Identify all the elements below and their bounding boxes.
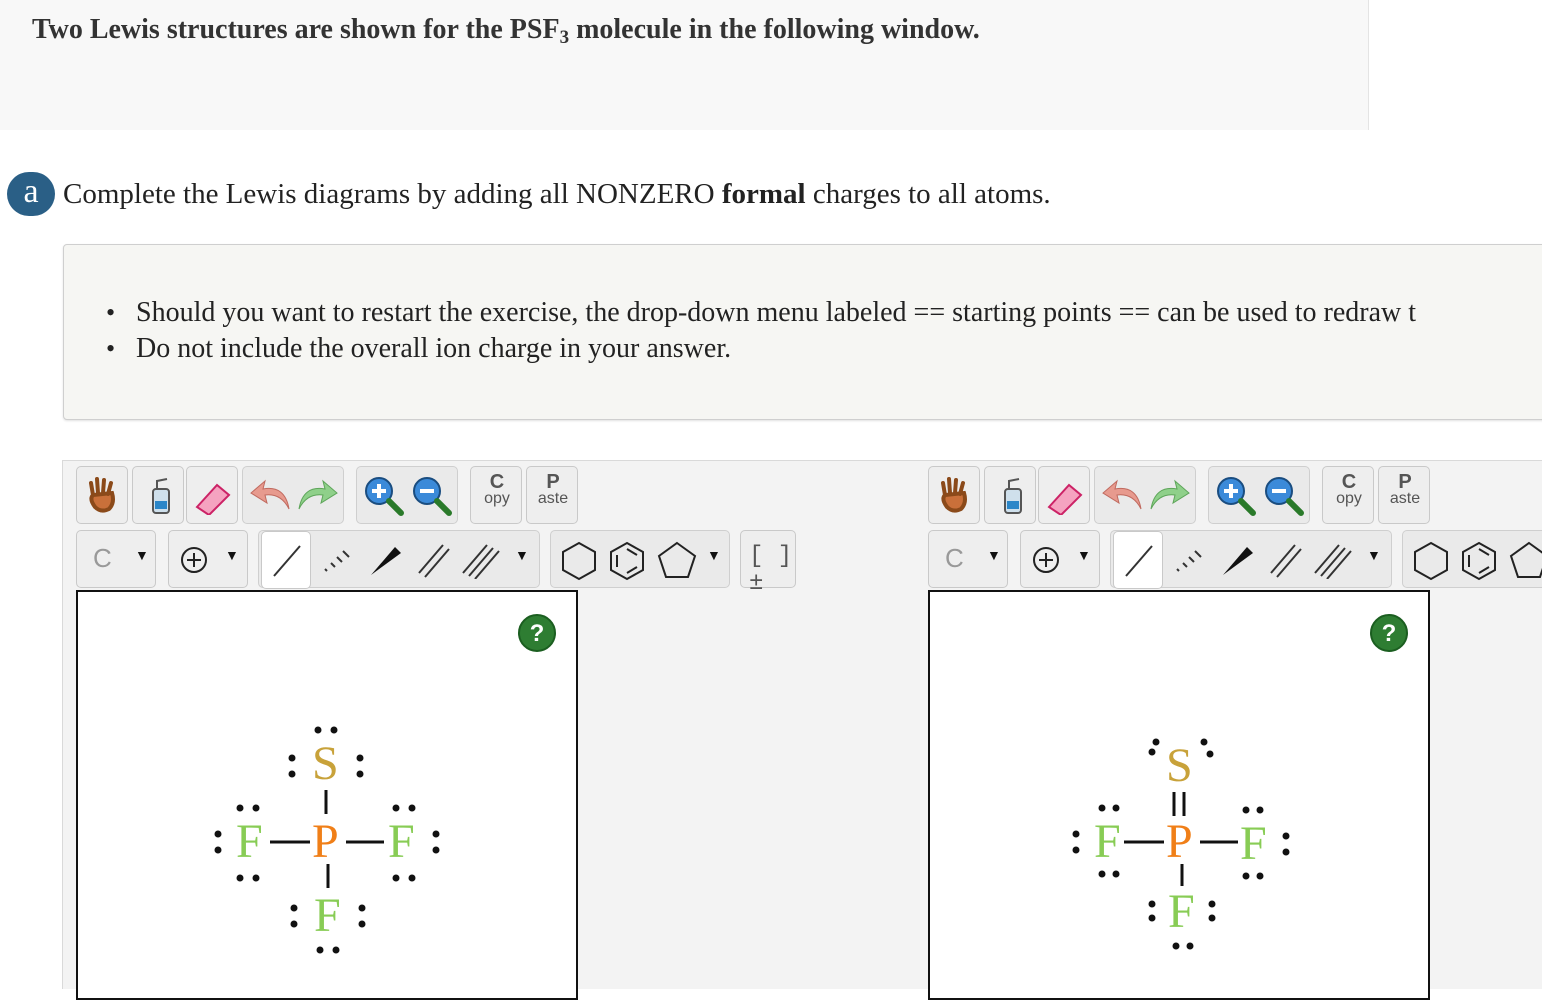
chevron-down-icon[interactable]: ▼	[707, 549, 721, 565]
part-question: Complete the Lewis diagrams by adding al…	[63, 178, 1051, 210]
atom-fluorine-right[interactable]: F	[388, 818, 415, 866]
eraser-bottle-icon	[1004, 478, 1022, 514]
wedge-bond-icon[interactable]	[365, 539, 405, 579]
copy-button[interactable]: Copy	[1322, 466, 1374, 524]
bracket-icon: [ ]±	[749, 543, 793, 597]
double-bond-icon[interactable]	[413, 539, 453, 579]
atom-fluorine-left[interactable]: F	[236, 818, 263, 866]
lewis-bonds-right	[1072, 738, 1290, 950]
atom-select-dropdown[interactable]: C ▼	[76, 530, 156, 588]
single-bond-button[interactable]	[261, 531, 311, 589]
atom-phosphorus[interactable]: P	[1166, 818, 1193, 866]
triple-bond-icon[interactable]	[1311, 539, 1355, 579]
eraser-icon	[1047, 483, 1083, 515]
part-badge: a	[7, 172, 55, 216]
instruction-item: Do not include the overall ion charge in…	[106, 331, 1416, 367]
chevron-down-icon[interactable]: ▼	[515, 549, 529, 565]
atom-fluorine-bottom[interactable]: F	[314, 892, 341, 940]
atom-select-dropdown[interactable]: C ▼	[928, 530, 1008, 588]
hand-tool-button[interactable]	[76, 466, 128, 524]
atom-phosphorus[interactable]: P	[312, 818, 339, 866]
charge-tool-dropdown[interactable]: ▼	[1020, 530, 1100, 588]
redo-icon[interactable]	[1147, 475, 1191, 515]
instructions-box: Should you want to restart the exercise,…	[63, 244, 1542, 420]
zoom-group	[1208, 466, 1310, 524]
chevron-down-icon: ▼	[135, 549, 149, 564]
cyclopentane-icon[interactable]	[655, 539, 699, 581]
clear-button[interactable]	[984, 466, 1036, 524]
sketch-canvas-right[interactable]: ? S P F F F	[928, 590, 1430, 1000]
atom-fluorine-right[interactable]: F	[1240, 820, 1267, 868]
hand-tool-button[interactable]	[928, 466, 980, 524]
chevron-down-icon[interactable]: ▼	[1367, 549, 1381, 565]
single-bond-button[interactable]	[1113, 531, 1163, 589]
lone-pair-dot	[314, 726, 322, 734]
undo-redo-group	[1094, 466, 1196, 524]
copy-button[interactable]: Copy	[470, 466, 522, 524]
ring-tools-group	[1402, 530, 1542, 588]
zoom-in-icon[interactable]	[1213, 473, 1259, 517]
atom-fluorine-left[interactable]: F	[1094, 818, 1121, 866]
sketch-canvas-left[interactable]: ? S P F F F	[76, 590, 578, 1000]
bond-tools-group: ▼	[258, 530, 540, 589]
atom-fluorine-bottom[interactable]: F	[1168, 888, 1195, 936]
undo-icon[interactable]	[1101, 475, 1145, 515]
clear-button[interactable]	[132, 466, 184, 524]
benzene-icon[interactable]	[1459, 539, 1499, 581]
triple-bond-icon[interactable]	[459, 539, 503, 579]
charge-tool-dropdown[interactable]: ▼	[168, 530, 248, 588]
single-bond-icon	[273, 545, 301, 577]
zoom-group	[356, 466, 458, 524]
instruction-item: Should you want to restart the exercise,…	[106, 295, 1416, 331]
chevron-down-icon: ▼	[225, 549, 239, 564]
hashed-bond-icon[interactable]	[1169, 539, 1209, 579]
single-bond-icon	[1125, 545, 1153, 577]
double-bond-icon[interactable]	[1265, 539, 1305, 579]
charge-plus-icon	[181, 547, 207, 573]
bond-tools-group: ▼	[1110, 530, 1392, 589]
bracket-button[interactable]: [ ]±	[740, 530, 796, 597]
eraser-button[interactable]	[1038, 466, 1090, 524]
undo-icon[interactable]	[249, 475, 293, 515]
wedge-bond-icon[interactable]	[1217, 539, 1257, 579]
atom-sulfur[interactable]: S	[312, 740, 339, 788]
hand-icon	[941, 477, 967, 513]
cyclohexane-icon[interactable]	[559, 539, 599, 581]
eraser-bottle-icon	[152, 478, 170, 514]
cyclopentane-icon[interactable]	[1507, 539, 1542, 581]
chevron-down-icon: ▼	[987, 549, 1001, 564]
question-title: Two Lewis structures are shown for the P…	[32, 14, 980, 48]
eraser-button[interactable]	[186, 466, 238, 524]
ring-tools-group: ▼	[550, 530, 730, 588]
zoom-out-icon[interactable]	[1261, 473, 1307, 517]
hashed-bond-icon[interactable]	[317, 539, 357, 579]
zoom-out-icon[interactable]	[409, 473, 455, 517]
paste-button[interactable]: Paste	[1378, 466, 1430, 524]
redo-icon[interactable]	[295, 475, 339, 515]
charge-plus-icon	[1033, 547, 1059, 573]
eraser-icon	[195, 483, 231, 515]
zoom-in-icon[interactable]	[361, 473, 407, 517]
undo-redo-group	[242, 466, 344, 524]
paste-button[interactable]: Paste	[526, 466, 578, 524]
cyclohexane-icon[interactable]	[1411, 539, 1451, 581]
hand-icon	[89, 477, 115, 513]
chevron-down-icon: ▼	[1077, 549, 1091, 564]
benzene-icon[interactable]	[607, 539, 647, 581]
atom-sulfur[interactable]: S	[1166, 742, 1193, 790]
